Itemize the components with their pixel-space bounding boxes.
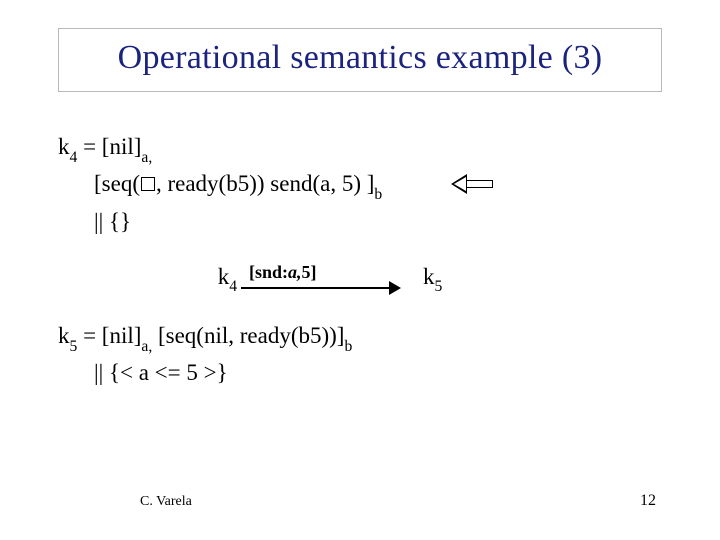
k4-sub-a: a,	[141, 149, 152, 166]
k4-definition: k4 = [nil]a, [seq( , ready(b5)) send(a, 5…	[58, 130, 662, 238]
transition-label: [snd:a,5]	[249, 259, 317, 285]
transition-label-suffix: 5]	[302, 262, 317, 282]
transition-left: k4	[218, 260, 237, 297]
transition-right-sub: 5	[435, 278, 443, 295]
k5-sub-a: a,	[141, 338, 152, 355]
k5-symbol: k	[58, 323, 70, 348]
footer-page-number: 12	[640, 492, 656, 510]
k5-equals-nil: = [nil]	[77, 323, 141, 348]
k5-definition: k5 = [nil]a, [seq(nil, ready(b5))]b || {…	[58, 319, 662, 390]
k4-line3: || {}	[58, 205, 662, 238]
transition-label-ital: a,	[288, 262, 302, 282]
k4-equals-nil: = [nil]	[77, 134, 141, 159]
k4-line2: [seq( , ready(b5)) send(a, 5) ]b	[58, 167, 662, 204]
transition-right: k5	[423, 260, 442, 297]
arrow-line-icon	[241, 287, 393, 289]
k5-line2: || {< a <= 5 >}	[58, 356, 662, 389]
hole-box-icon	[141, 177, 155, 191]
k4-parallel-empty: || {}	[94, 209, 131, 234]
k5-line1: k5 = [nil]a, [seq(nil, ready(b5))]b	[58, 319, 662, 356]
k5-subscript: 5	[70, 338, 78, 355]
arrow-head-icon	[389, 281, 401, 295]
hollow-left-arrow-icon	[451, 175, 493, 193]
slide-title-box: Operational semantics example (3)	[58, 28, 662, 92]
k5-parallel-msg: || {< a <= 5 >}	[94, 360, 228, 385]
k4-seq-rest: , ready(b5)) send(a, 5) ]	[156, 171, 374, 196]
transition-left-sub: 4	[229, 278, 237, 295]
transition-arrow: [snd:a,5]	[241, 271, 401, 297]
transition-label-prefix: [snd:	[249, 262, 288, 282]
transition-right-k: k	[423, 264, 435, 289]
k4-seq-open: [seq(	[94, 171, 140, 196]
k5-sub-b: b	[344, 338, 352, 355]
k4-symbol: k	[58, 134, 70, 159]
k4-sub-b: b	[374, 186, 382, 203]
k4-subscript: 4	[70, 149, 78, 166]
slide-content: k4 = [nil]a, [seq(, ready(b5)) send(a, 5…	[58, 130, 662, 390]
transition: k4 [snd:a,5] k5	[28, 260, 632, 297]
k4-line1: k4 = [nil]a,	[58, 130, 662, 167]
slide-title: Operational semantics example (3)	[77, 39, 643, 77]
footer-author: C. Varela	[140, 494, 192, 510]
transition-left-k: k	[218, 264, 230, 289]
k5-seq-rest: [seq(nil, ready(b5))]	[152, 323, 344, 348]
